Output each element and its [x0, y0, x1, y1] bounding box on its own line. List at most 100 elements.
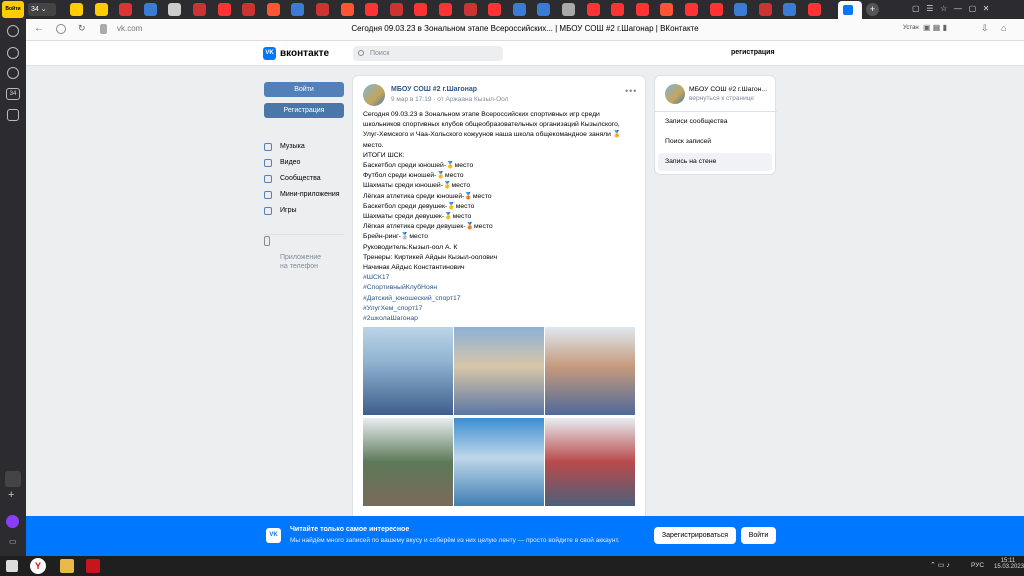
post-text-line: Улуг-Хемского и Чаа-Хольского кожуунов н…: [363, 131, 622, 139]
register-button[interactable]: Регистрация: [264, 103, 344, 118]
browser-tab-favicon-icon[interactable]: [586, 3, 600, 16]
vk-favicon-icon: [843, 5, 853, 15]
vk-logo-text[interactable]: вконтакте: [280, 48, 329, 59]
browser-side-panel: 34 + ▭: [0, 19, 26, 556]
browser-tab-favicon-icon[interactable]: [635, 3, 649, 16]
bookmarks-icon[interactable]: [7, 47, 19, 59]
alice-assistant-icon[interactable]: [6, 515, 19, 528]
new-tab-button[interactable]: +: [866, 3, 879, 16]
post-photo[interactable]: [363, 418, 453, 506]
browser-tab-favicon-icon[interactable]: [439, 3, 452, 16]
browser-tab-favicon-icon[interactable]: [340, 3, 354, 16]
nav-item-games[interactable]: Игры: [264, 205, 297, 217]
browser-tab-favicon-icon[interactable]: [562, 3, 575, 16]
hashtag-link[interactable]: #УлугХем_спорт17: [363, 304, 422, 314]
header-register-link[interactable]: регистрация: [731, 49, 775, 56]
browser-tab-favicon-icon[interactable]: [119, 3, 133, 16]
download-icon[interactable]: ⇩: [981, 23, 989, 34]
vk-logo-icon[interactable]: VK: [263, 47, 276, 60]
browser-tab-favicon-icon[interactable]: [70, 3, 83, 16]
browser-tab-favicon-icon[interactable]: [266, 3, 280, 16]
browser-tab-favicon-icon[interactable]: [242, 3, 256, 16]
post-text-line: Сегодня 09.03.23 в Зональном этапе Всеро…: [363, 111, 600, 118]
post-text-line: Шахматы среди юношей-🥇место: [363, 182, 471, 190]
post-photo[interactable]: [545, 418, 635, 506]
browser-tab-favicon-icon[interactable]: [685, 3, 698, 16]
active-tab[interactable]: [838, 1, 862, 19]
nav-item-music[interactable]: Музыка: [264, 141, 305, 153]
tab-count-badge[interactable]: 34 ⌄: [28, 3, 56, 16]
post-menu-icon[interactable]: •••: [625, 86, 637, 96]
extensions-icon[interactable]: ⌂: [1001, 23, 1006, 33]
file-explorer-icon[interactable]: [60, 559, 74, 573]
clock[interactable]: 15:11 15.03.2023: [994, 558, 1024, 570]
search-input[interactable]: Поиск: [353, 46, 503, 61]
video-icon: [264, 159, 272, 167]
nav-item-video[interactable]: Видео: [264, 157, 300, 169]
post-photo[interactable]: [454, 327, 544, 415]
browser-tab-favicon-icon[interactable]: [168, 3, 182, 16]
browser-tab-favicon-icon[interactable]: [291, 3, 305, 16]
banner-register-button[interactable]: Зарегистрироваться: [654, 527, 736, 544]
browser-tab-favicon-icon[interactable]: [512, 3, 526, 16]
browser-tab-favicon-icon[interactable]: [660, 3, 674, 16]
post-author[interactable]: МБОУ СОШ #2 г.Шагонар: [391, 86, 477, 93]
app-promo-link[interactable]: Приложение на телефон: [264, 234, 321, 270]
post-meta[interactable]: 9 мар в 17:19 · от Аржаана Кызыл-Оол: [391, 96, 508, 103]
side-menu-item[interactable]: Записи сообщества: [658, 113, 772, 131]
browser-tab-favicon-icon[interactable]: [537, 3, 551, 16]
play-icon[interactable]: [7, 67, 19, 79]
back-to-page-link[interactable]: вернуться к странице: [689, 95, 754, 102]
gallery-icon[interactable]: [7, 109, 19, 121]
browser-tab-favicon-icon[interactable]: [316, 3, 329, 16]
browser-tab-favicon-icon[interactable]: [389, 3, 403, 16]
yandex-browser-icon[interactable]: Y: [30, 558, 46, 574]
browser-tab-favicon-icon[interactable]: [143, 3, 157, 16]
history-icon[interactable]: [7, 25, 19, 37]
browser-tab-favicon-icon[interactable]: [365, 3, 379, 16]
browser-tab-favicon-icon[interactable]: [94, 3, 108, 16]
post-photo[interactable]: [454, 418, 544, 506]
browser-tab-favicon-icon[interactable]: [488, 3, 502, 16]
author-avatar[interactable]: [363, 84, 385, 106]
post-text-line: Баскетбол среди юношей-🥇место: [363, 162, 474, 169]
address-tools[interactable]: ▣ ▦ ▮: [923, 23, 947, 32]
side-menu-item[interactable]: Запись на стене: [658, 153, 772, 171]
hashtag-link[interactable]: #СпортивныйКлубНоян: [363, 283, 437, 293]
tray-icons[interactable]: ⌃ ▭ ♪: [930, 561, 950, 569]
phone-icon: [264, 236, 270, 246]
browser-tab-favicon-icon[interactable]: [463, 3, 477, 16]
browser-tab-favicon-icon[interactable]: [611, 3, 625, 16]
nav-item-communities[interactable]: Сообщества: [264, 173, 321, 185]
install-label[interactable]: Устан: [903, 25, 919, 31]
panel-app-icon[interactable]: [5, 471, 21, 487]
community-name[interactable]: МБОУ СОШ #2 г.Шагон...: [689, 86, 767, 93]
browser-tab-favicon-icon[interactable]: [808, 3, 821, 16]
panel-counter-badge[interactable]: 34: [6, 88, 20, 100]
panel-settings-icon[interactable]: ▭: [9, 537, 17, 546]
browser-tab-favicon-icon[interactable]: [193, 3, 206, 16]
community-avatar[interactable]: [665, 84, 685, 104]
start-icon[interactable]: [6, 560, 18, 572]
login-button[interactable]: Войти: [264, 82, 344, 97]
nav-item-apps[interactable]: Мини-приложения: [264, 189, 340, 201]
post-photo[interactable]: [363, 327, 453, 415]
hashtag-link[interactable]: #2школаШагонар: [363, 314, 418, 324]
browser-tab-favicon-icon[interactable]: [217, 3, 231, 16]
browser-tab-favicon-icon[interactable]: [758, 3, 772, 16]
hashtag-link[interactable]: #ШСК17: [363, 273, 389, 283]
banner-login-button[interactable]: Войти: [741, 527, 776, 544]
hashtag-link[interactable]: #Датский_юношеский_спорт17: [363, 294, 461, 304]
post-photo[interactable]: [545, 327, 635, 415]
browser-tab-favicon-icon[interactable]: [414, 3, 428, 16]
panel-add-icon[interactable]: +: [8, 489, 14, 501]
pdf-reader-icon[interactable]: [86, 559, 100, 573]
side-menu-item[interactable]: Поиск записей: [658, 133, 772, 151]
banner-subtitle: Мы найдём много записей по вашему вкусу …: [290, 537, 620, 544]
browser-login-corner[interactable]: Войти: [2, 1, 24, 18]
window-controls[interactable]: ▢ ☰ ☆ — ▢ ✕: [912, 4, 990, 13]
browser-tab-favicon-icon[interactable]: [734, 3, 748, 16]
browser-tab-favicon-icon[interactable]: [709, 3, 723, 16]
language-indicator[interactable]: РУС: [971, 562, 984, 569]
browser-tab-favicon-icon[interactable]: [783, 3, 797, 16]
